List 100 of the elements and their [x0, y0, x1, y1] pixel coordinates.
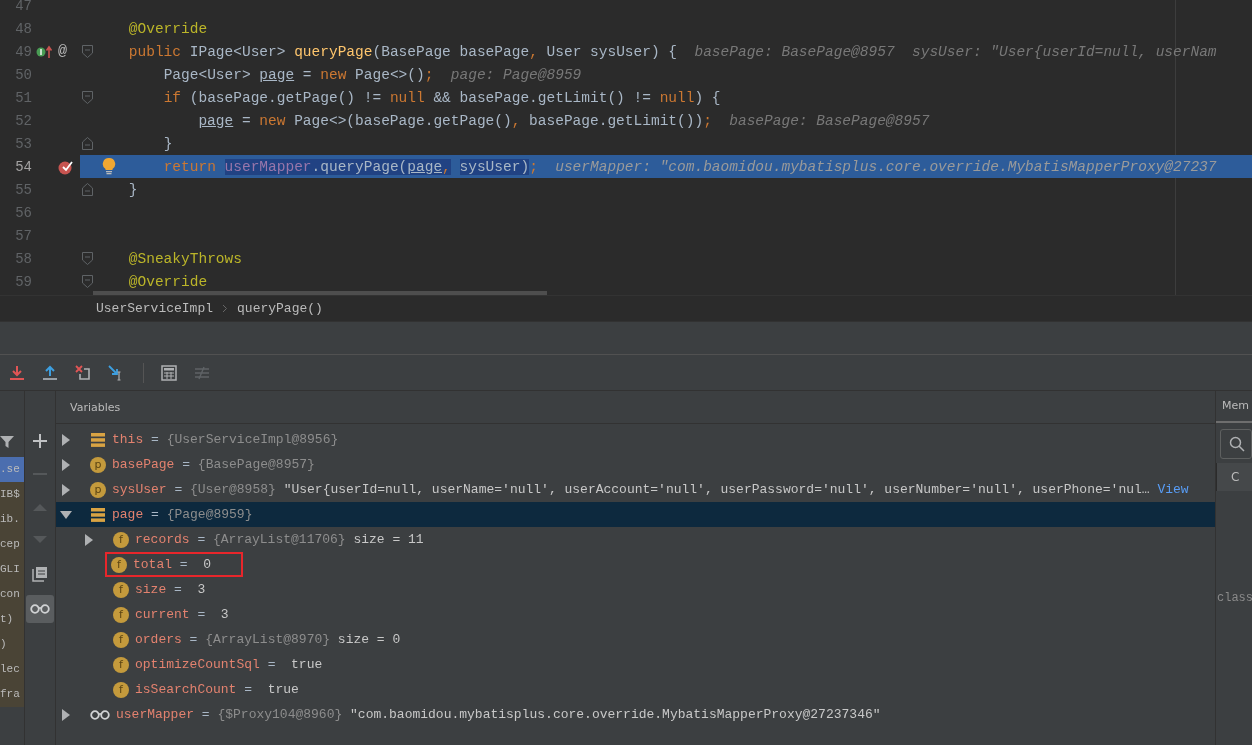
parameter-icon: p	[90, 481, 106, 498]
watches-toggle-button[interactable]	[26, 595, 54, 623]
fold-icon[interactable]	[81, 137, 93, 150]
glasses-icon	[30, 604, 50, 614]
line-number: 57	[14, 227, 32, 244]
variable-name: this	[112, 432, 144, 447]
line-number: 49	[14, 43, 32, 60]
calculator-icon[interactable]	[161, 364, 177, 381]
variable-value: 3	[197, 582, 206, 597]
variable-value: 0	[203, 557, 212, 572]
search-icon	[1229, 436, 1245, 452]
inline-value-hint: userMapper: "com.baomidou.mybatisplus.core.override.MybatisMapperProxy@27237	[555, 158, 1217, 175]
code-text: .queryPage(	[311, 158, 408, 175]
inline-value-hint: basePage: BasePage@8957	[729, 112, 930, 129]
variable-value: "User{userId=null, userName='null', userAccount='null', userPassword='null', userNumber='null', userPhone='nul…	[283, 482, 1150, 497]
copy-icon[interactable]	[32, 566, 48, 582]
variable-value: true	[291, 657, 323, 672]
code-keyword: public	[128, 43, 182, 60]
object-reference: {UserServiceImpl@8956}	[166, 432, 339, 447]
field-icon: f	[113, 631, 129, 648]
stack-frame[interactable]: t)	[0, 607, 24, 632]
line-number: 47	[14, 0, 32, 14]
drop-frame-icon[interactable]	[75, 364, 91, 381]
variable-value: 3	[220, 607, 229, 622]
search-field[interactable]	[1220, 429, 1252, 459]
equals-sign: =	[179, 557, 188, 572]
annotation-marker[interactable]: @	[58, 43, 67, 60]
variable-name: current	[135, 607, 190, 622]
code-text: && basePage.getLimit() !=	[433, 89, 652, 106]
code-keyword: return	[163, 158, 216, 175]
stack-frame[interactable]: ib.	[0, 507, 24, 532]
fold-icon[interactable]	[81, 183, 93, 196]
variable-name: page	[112, 507, 144, 522]
object-icon	[90, 431, 106, 448]
code-keyword: ;	[529, 158, 538, 175]
code-text: Page<User>	[163, 66, 252, 83]
code-keyword: ,	[442, 158, 451, 175]
parameter-icon: p	[90, 456, 106, 473]
field-icon: f	[113, 531, 129, 548]
variable-value: "com.baomidou.mybatisplus.core.override.MybatisMapperProxy@27237346"	[350, 707, 881, 722]
equals-sign: =	[151, 432, 159, 447]
breadcrumb-item[interactable]: UserServiceImpl	[96, 301, 214, 316]
code-editor[interactable]	[0, 0, 1252, 295]
variable-name: optimizeCountSql	[135, 657, 260, 672]
expand-arrow-icon[interactable]	[60, 458, 72, 471]
stack-frame[interactable]: IB$	[0, 482, 24, 507]
expand-arrow-icon[interactable]	[60, 708, 72, 721]
field-icon: f	[113, 681, 129, 698]
breadcrumb-item[interactable]: queryPage()	[237, 301, 323, 316]
stack-frame[interactable]: con	[0, 582, 24, 607]
stack-frame[interactable]: fra	[0, 682, 24, 707]
code-keyword: ;	[424, 66, 434, 83]
code-variable: page	[259, 66, 295, 83]
lightbulb-icon[interactable]	[102, 157, 116, 175]
implements-icon[interactable]	[36, 44, 54, 59]
column-header[interactable]: C	[1231, 470, 1240, 484]
horizontal-scrollbar[interactable]	[93, 291, 547, 295]
equals-sign: =	[182, 457, 191, 472]
collapse-arrow-icon[interactable]	[60, 508, 72, 521]
object-reference: {Page@8959}	[166, 507, 253, 522]
stack-frame[interactable]: cep	[0, 532, 24, 557]
code-field: userMapper	[224, 158, 312, 175]
fold-icon[interactable]	[81, 45, 93, 58]
line-number: 51	[14, 89, 32, 106]
object-reference: {ArrayList@11706}	[213, 532, 346, 547]
variable-name: total	[133, 557, 172, 572]
stack-frame[interactable]: lec	[0, 657, 24, 682]
chevron-icon	[222, 304, 229, 313]
stack-frame[interactable]: .se	[0, 457, 24, 482]
expand-arrow-icon[interactable]	[60, 483, 72, 496]
stack-frame[interactable]: )	[0, 632, 24, 657]
equals-sign: =	[151, 507, 159, 522]
step-out-icon[interactable]	[42, 364, 58, 381]
expand-arrow-icon[interactable]	[83, 533, 95, 546]
expand-arrow-icon[interactable]	[60, 433, 72, 446]
fold-icon[interactable]	[81, 275, 93, 288]
code-text: Page<>(basePage.getPage()	[294, 112, 512, 129]
equals-sign: =	[267, 657, 276, 672]
stack-frame[interactable]: GLI	[0, 557, 24, 582]
line-number: 59	[14, 273, 32, 290]
code-text: User sysUser) {	[546, 43, 678, 60]
object-reference: {User@8958}	[190, 482, 276, 497]
step-into-icon[interactable]	[9, 364, 25, 381]
fold-icon[interactable]	[81, 252, 93, 265]
code-text: (BasePage basePage	[372, 43, 530, 60]
object-reference: {$Proxy104@8960}	[217, 707, 343, 722]
line-number: 54	[14, 158, 32, 175]
code-keyword: if	[163, 89, 182, 106]
code-text: (basePage.getPage() !=	[189, 89, 383, 106]
filter-icon[interactable]	[0, 435, 14, 449]
variable-value: size = 11	[353, 532, 424, 547]
add-icon[interactable]	[33, 434, 47, 448]
code-annotation: @Override	[128, 20, 208, 37]
object-reference: {BasePage@8957}	[197, 457, 315, 472]
memory-tab[interactable]: Mem	[1216, 391, 1252, 423]
class-cell: class	[1216, 591, 1252, 605]
variable-name: sysUser	[112, 482, 167, 497]
view-link[interactable]: View	[1157, 482, 1189, 497]
code-annotation: @Override	[128, 273, 208, 290]
fold-icon[interactable]	[81, 91, 93, 104]
